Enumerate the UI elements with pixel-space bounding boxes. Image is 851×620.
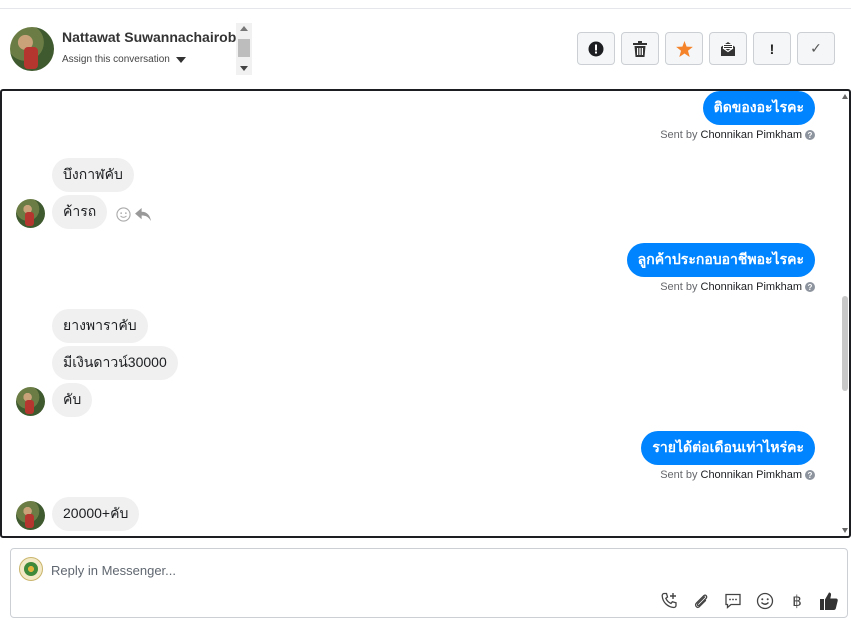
- sender-avatar: [16, 387, 45, 416]
- contact-name[interactable]: Nattawat Suwannachairob: [62, 29, 252, 45]
- sender-avatar: [16, 199, 45, 228]
- sent-by-label: Sent by Chonnikan Pimkham ?: [660, 469, 815, 481]
- agent-name[interactable]: Chonnikan Pimkham: [701, 469, 803, 481]
- reply-composer: ฿: [10, 548, 848, 618]
- incoming-message[interactable]: มีเงินดาวน์30000: [52, 346, 178, 380]
- alert-circle-icon: [588, 41, 604, 56]
- baht-icon[interactable]: ฿: [787, 591, 807, 611]
- trash-icon: [633, 40, 647, 57]
- sent-by-label: Sent by Chonnikan Pimkham ?: [660, 129, 815, 141]
- sender-avatar: [16, 501, 45, 530]
- message-thread[interactable]: ติดของอะไรคะ Sent by Chonnikan Pimkham ?…: [0, 89, 851, 538]
- scroll-up-arrow-icon[interactable]: [842, 94, 848, 99]
- question-icon[interactable]: ?: [805, 470, 815, 480]
- exclamation-icon: !: [769, 40, 775, 57]
- outgoing-message[interactable]: ติดของอะไรคะ: [702, 91, 815, 125]
- contact-avatar[interactable]: [10, 27, 54, 71]
- message-hover-actions: [116, 207, 152, 222]
- header-scrollbar[interactable]: [236, 23, 252, 75]
- contact-info: Nattawat Suwannachairob Assign this conv…: [62, 23, 252, 73]
- thread-scrollbar[interactable]: [839, 91, 849, 536]
- star-icon: [675, 40, 693, 57]
- scroll-thumb[interactable]: [842, 296, 848, 391]
- outgoing-message[interactable]: รายได้ต่อเดือนเท่าไหร่คะ: [641, 431, 815, 465]
- page-avatar: [19, 557, 43, 581]
- sent-by-prefix: Sent by: [660, 281, 698, 293]
- phone-add-icon[interactable]: [659, 591, 679, 611]
- sent-by-prefix: Sent by: [660, 469, 698, 481]
- saved-reply-icon[interactable]: [723, 591, 743, 611]
- thumbs-up-icon[interactable]: [819, 591, 839, 611]
- incoming-message[interactable]: ค้ารถ: [52, 195, 108, 229]
- scroll-down-arrow-icon[interactable]: [842, 528, 848, 533]
- composer-tools: ฿: [659, 591, 839, 611]
- reply-arrow-icon[interactable]: [135, 207, 152, 222]
- assign-label: Assign this conversation: [62, 54, 170, 65]
- sent-by-prefix: Sent by: [660, 129, 698, 141]
- agent-name[interactable]: Chonnikan Pimkham: [701, 281, 803, 293]
- incoming-message[interactable]: 20000+คับ: [52, 497, 140, 531]
- mark-unread-button[interactable]: [709, 32, 747, 65]
- caret-down-icon: [175, 56, 186, 63]
- emoji-react-icon[interactable]: [116, 207, 131, 222]
- sent-by-label: Sent by Chonnikan Pimkham ?: [660, 281, 815, 293]
- incoming-message[interactable]: ยางพาราคับ: [52, 309, 148, 343]
- outgoing-message[interactable]: ลูกค้าประกอบอาชีพอะไรคะ: [626, 243, 815, 277]
- agent-name[interactable]: Chonnikan Pimkham: [701, 129, 803, 141]
- emoji-icon[interactable]: [755, 591, 775, 611]
- scroll-up-arrow-icon[interactable]: [240, 26, 248, 31]
- spam-button[interactable]: [577, 32, 615, 65]
- check-icon: ✓: [810, 40, 822, 56]
- important-button[interactable]: !: [753, 32, 791, 65]
- reply-input[interactable]: [51, 559, 751, 581]
- assign-conversation-dropdown[interactable]: Assign this conversation: [62, 54, 252, 65]
- delete-button[interactable]: [621, 32, 659, 65]
- question-icon[interactable]: ?: [805, 130, 815, 140]
- scroll-thumb[interactable]: [238, 39, 250, 57]
- star-button[interactable]: [665, 32, 703, 65]
- conversation-header: Nattawat Suwannachairob Assign this conv…: [0, 9, 851, 89]
- conversation-actions: ! ✓: [577, 32, 835, 65]
- incoming-message[interactable]: คับ: [52, 383, 93, 417]
- envelope-icon: [721, 41, 735, 56]
- scroll-down-arrow-icon[interactable]: [240, 66, 248, 71]
- incoming-message[interactable]: บึงกาฬคับ: [52, 158, 134, 192]
- paperclip-icon[interactable]: [691, 591, 711, 611]
- done-button[interactable]: ✓: [797, 32, 835, 65]
- question-icon[interactable]: ?: [805, 282, 815, 292]
